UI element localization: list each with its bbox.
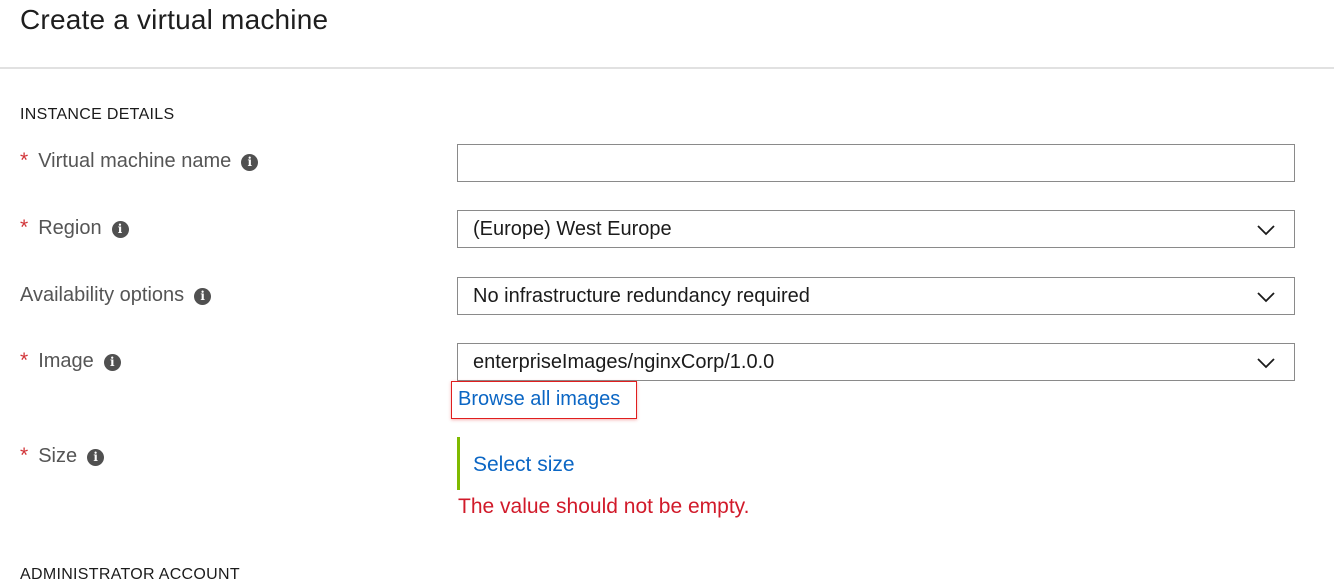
region-dropdown-value: (Europe) West Europe [473,218,672,240]
info-icon[interactable]: i [111,220,129,238]
availability-dropdown[interactable]: No infrastructure redundancy required [457,277,1295,315]
select-size-link[interactable]: Select size [473,452,575,478]
size-label-text: Size [38,445,78,467]
vm-name-label: * Virtual machine name i [20,148,259,174]
image-label: * Image i [20,348,121,374]
info-icon[interactable]: i [87,448,105,466]
image-dropdown-value: enterpriseImages/nginxCorp/1.0.0 [473,351,775,373]
info-icon[interactable]: i [103,353,121,371]
required-marker: * [20,444,29,467]
vm-name-label-text: Virtual machine name [38,150,232,172]
info-icon[interactable]: i [194,287,212,305]
size-validation-bar [457,437,460,490]
section-heading-administrator-account: ADMINISTRATOR ACCOUNT [20,566,240,583]
image-dropdown[interactable]: enterpriseImages/nginxCorp/1.0.0 [457,343,1295,381]
image-label-text: Image [38,350,94,372]
required-marker: * [20,216,29,239]
size-label: * Size i [20,443,105,469]
availability-label: Availability options i [20,282,212,308]
region-label-text: Region [38,217,102,239]
section-heading-instance-details: INSTANCE DETAILS [20,106,175,123]
region-dropdown[interactable]: (Europe) West Europe [457,210,1295,248]
chevron-down-icon [1257,358,1275,369]
page-title: Create a virtual machine [20,4,329,35]
availability-label-text: Availability options [20,284,185,306]
browse-all-images-link[interactable]: Browse all images [451,381,637,419]
region-label: * Region i [20,215,129,241]
required-marker: * [20,349,29,372]
chevron-down-icon [1257,292,1275,303]
required-marker: * [20,149,29,172]
chevron-down-icon [1257,225,1275,236]
vm-name-input[interactable] [457,144,1295,182]
info-icon[interactable]: i [241,153,259,171]
title-divider [0,67,1334,69]
availability-dropdown-value: No infrastructure redundancy required [473,285,810,307]
size-error-message: The value should not be empty. [458,495,750,518]
